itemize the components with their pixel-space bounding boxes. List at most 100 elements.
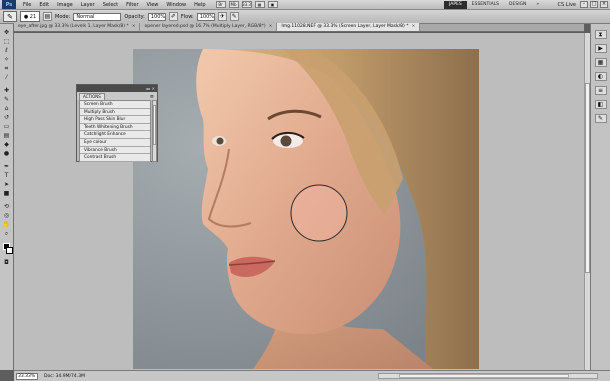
pressure-opacity-icon[interactable]: ✐ <box>168 12 178 21</box>
menu-edit[interactable]: Edit <box>35 2 53 8</box>
menu-select[interactable]: Select <box>99 2 122 8</box>
tab-eye-after[interactable]: eye_after.jpg @ 33.3% (Levels 1, Layer M… <box>14 23 141 31</box>
clone-stamp-tool-icon[interactable]: ⌂ <box>1 105 12 113</box>
menu-view[interactable]: View <box>143 2 163 8</box>
mode-select[interactable]: Normal <box>73 12 122 21</box>
close-tab-icon[interactable]: × <box>269 24 273 29</box>
marquee-tool-icon[interactable]: ⬚ <box>1 38 12 46</box>
menu-help[interactable]: Help <box>190 2 209 8</box>
eyedropper-tool-icon[interactable]: ⁄ <box>1 74 12 82</box>
horizontal-scroll-thumb[interactable] <box>399 374 569 378</box>
channels-panel-icon[interactable]: ◧ <box>594 100 607 109</box>
workspace-more-icon[interactable]: » <box>531 1 544 9</box>
panel-dock-strip: ⧗ ▶ ▦ ◐ ≡ ◧ ✎ <box>590 24 610 370</box>
brush-preset-picker[interactable]: ● 21 <box>20 11 40 22</box>
menu-file[interactable]: File <box>19 2 35 8</box>
crop-tool-icon[interactable]: ⌗ <box>1 65 12 73</box>
adjustments-panel-icon[interactable]: ◐ <box>594 72 607 81</box>
move-tool-icon[interactable]: ✥ <box>1 29 12 37</box>
dodge-tool-icon[interactable]: ● <box>1 150 12 158</box>
bridge-icon[interactable]: Br <box>215 1 226 8</box>
mini-bridge-icon[interactable]: Mb <box>228 1 239 8</box>
blur-tool-icon[interactable]: ◆ <box>1 141 12 149</box>
history-brush-tool-icon[interactable]: ↺ <box>1 114 12 122</box>
window-controls: – □ × <box>580 1 608 8</box>
screen-mode-icon[interactable]: ▣ <box>267 1 278 8</box>
zoom-level-readout[interactable]: 33.3 <box>241 1 252 8</box>
flow-field[interactable]: 100% <box>196 12 215 21</box>
action-item[interactable]: Contrast Brush <box>80 154 150 162</box>
workspace-essentials[interactable]: ESSENTIALS <box>467 1 504 9</box>
layers-panel-icon[interactable]: ≡ <box>594 86 607 95</box>
shape-tool-icon[interactable]: ■ <box>1 190 12 198</box>
horizontal-scrollbar[interactable] <box>378 373 598 379</box>
brush-panel-toggle-icon[interactable]: ▤ <box>43 12 52 21</box>
action-item[interactable]: Screen Brush <box>80 101 150 109</box>
pen-tool-icon[interactable]: ✒ <box>1 163 12 171</box>
tab-actions[interactable]: ACTIONS <box>79 93 105 100</box>
tab-label: Img.11028.NEF @ 33.3% (Screen Layer, Lay… <box>281 24 409 29</box>
action-item[interactable]: High Pass Skin Blur <box>80 116 150 124</box>
swatches-panel-icon[interactable]: ▦ <box>594 58 607 67</box>
toolbox-divider <box>1 83 12 86</box>
airbrush-icon[interactable]: ✈ <box>217 12 227 21</box>
3d-rotate-tool-icon[interactable]: ⟲ <box>1 203 12 211</box>
zoom-field[interactable]: 33.33% <box>16 372 38 380</box>
action-item[interactable]: Catchlight Enhance <box>80 131 150 139</box>
cs-live-button[interactable]: CS Live <box>558 1 576 9</box>
collapse-panel-icon[interactable]: ◂◂ <box>146 86 150 91</box>
menu-filter[interactable]: Filter <box>122 2 142 8</box>
actions-panel-icon[interactable]: ▶ <box>594 44 607 53</box>
close-tab-icon[interactable]: × <box>132 24 136 29</box>
action-item[interactable]: Teeth Whitening Brush <box>80 123 150 132</box>
close-tab-icon[interactable]: × <box>411 24 415 29</box>
brush-cursor <box>290 184 348 242</box>
app-bar-tools: Br Mb 33.3 ▦ ▣ <box>215 1 278 8</box>
healing-brush-tool-icon[interactable]: ✚ <box>1 87 12 95</box>
pressure-size-icon[interactable]: ✎ <box>229 12 239 21</box>
quick-selection-tool-icon[interactable]: ✧ <box>1 56 12 64</box>
photoshop-logo: Ps <box>2 0 16 9</box>
brush-tool-preset-icon[interactable]: ✎ <box>3 11 17 22</box>
close-panel-icon[interactable]: × <box>152 86 155 91</box>
gradient-tool-icon[interactable]: ▤ <box>1 132 12 140</box>
history-panel-icon[interactable]: ⧗ <box>594 30 607 39</box>
workspace-japes[interactable]: JAPES <box>444 1 467 9</box>
actions-panel-titlebar[interactable]: ◂◂ × <box>77 85 157 92</box>
background-color-swatch[interactable] <box>5 247 13 254</box>
tab-opener-layered[interactable]: opener layered.psd @ 16.7% (Multiply Lay… <box>140 23 278 31</box>
brush-tool-icon[interactable]: ✎ <box>1 96 12 104</box>
arrange-documents-icon[interactable]: ▦ <box>254 1 265 8</box>
actions-panel-scroll-thumb[interactable] <box>153 105 156 145</box>
tab-img-11028[interactable]: Img.11028.NEF @ 33.3% (Screen Layer, Lay… <box>277 23 421 31</box>
menu-layer[interactable]: Layer <box>77 2 99 8</box>
minimize-icon[interactable]: – <box>580 1 588 8</box>
workspace-design[interactable]: DESIGN <box>504 1 531 9</box>
action-item[interactable]: Vibrance Brush <box>80 146 150 155</box>
workspace-switcher: JAPES ESSENTIALS DESIGN » <box>444 1 544 9</box>
lasso-tool-icon[interactable]: ℓ <box>1 47 12 55</box>
action-item[interactable]: Multiply Brush <box>80 108 150 117</box>
path-selection-tool-icon[interactable]: ➤ <box>1 181 12 189</box>
options-bar: ✎ ● 21 ▤ Mode: Normal Opacity: 100% ✐ Fl… <box>0 10 610 24</box>
toolbox-divider <box>1 199 12 202</box>
actions-panel-scrollbar[interactable] <box>152 100 157 162</box>
paths-panel-icon[interactable]: ✎ <box>594 114 607 123</box>
close-icon[interactable]: × <box>600 1 608 8</box>
quick-mask-icon[interactable]: ◘ <box>1 259 12 267</box>
toolbox-divider <box>1 159 12 162</box>
zoom-tool-icon[interactable]: ⌕ <box>1 230 12 238</box>
document-canvas[interactable] <box>133 49 479 369</box>
3d-orbit-tool-icon[interactable]: ◎ <box>1 212 12 220</box>
actions-panel: ◂◂ × ACTIONS ≡ Screen Brush Multiply Bru… <box>76 84 158 162</box>
actions-list: Screen Brush Multiply Brush High Pass Sk… <box>79 100 151 162</box>
maximize-icon[interactable]: □ <box>590 1 598 8</box>
type-tool-icon[interactable]: T <box>1 172 12 180</box>
document-size-readout[interactable]: Doc: 34.9M/74.3M <box>44 374 85 379</box>
eraser-tool-icon[interactable]: ▭ <box>1 123 12 131</box>
menu-image[interactable]: Image <box>53 2 77 8</box>
menu-window[interactable]: Window <box>162 2 190 8</box>
action-item[interactable]: Eye colour <box>80 138 150 147</box>
hand-tool-icon[interactable]: ✋ <box>1 221 12 229</box>
opacity-field[interactable]: 100% <box>147 12 166 21</box>
